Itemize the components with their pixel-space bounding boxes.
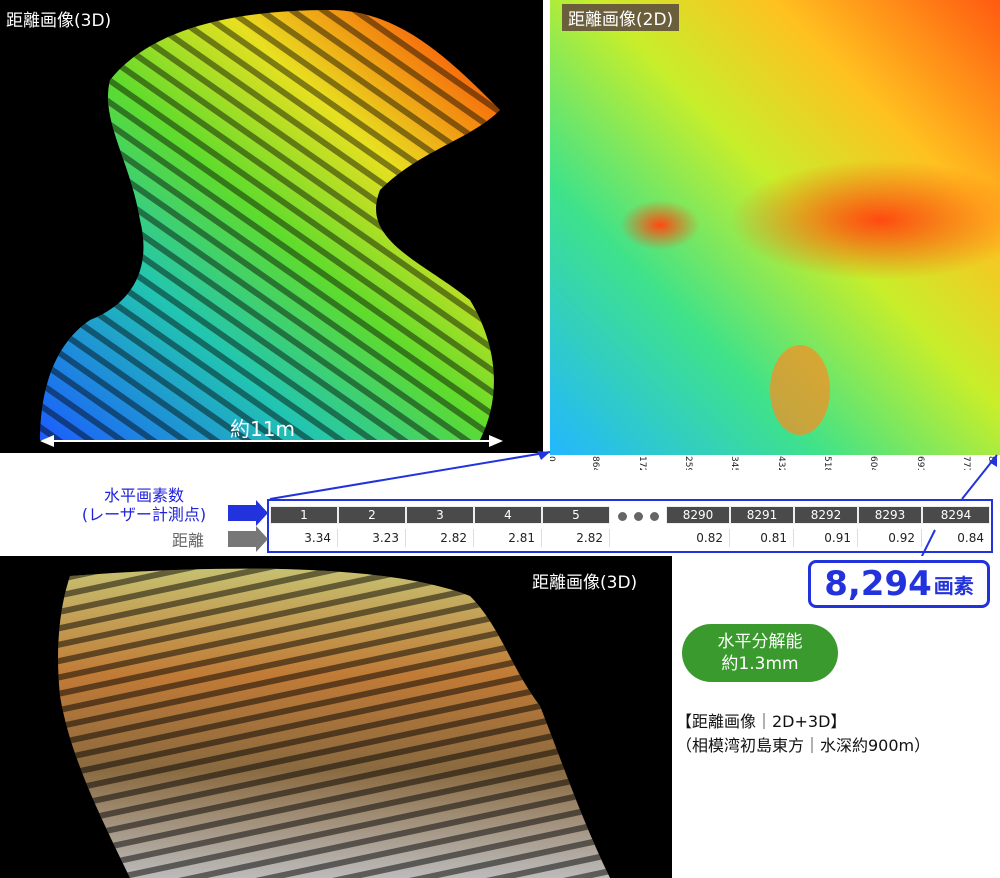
ellipsis-dot (618, 512, 627, 521)
pixel-count-label: 水平画素数 (レーザー計測点) (81, 486, 207, 524)
distance-cell: 3.34 (270, 529, 338, 547)
arrow-right-icon (228, 500, 268, 526)
ellipsis-dot (634, 512, 643, 521)
badge-line2: 約1.3mm (721, 654, 799, 674)
distance-cell: 2.82 (406, 529, 474, 547)
range-image-3d-bottom: 距離画像(3D) (0, 556, 672, 878)
pixel-index-cell: 8292 (794, 506, 858, 524)
distance-cell: 2.82 (542, 529, 610, 547)
badge-line1: 水平分解能 (717, 632, 803, 652)
panel-title: 距離画像(3D) (532, 573, 638, 593)
caption-line2: （相模湾初島東方｜水深約900m） (676, 736, 931, 755)
distance-cell: 0.92 (858, 529, 922, 547)
distance-cell: 2.81 (474, 529, 542, 547)
ellipsis-dot (650, 512, 659, 521)
pixel-index-cell: 2 (338, 506, 406, 524)
distance-cell: 0.91 (794, 529, 858, 547)
pixel-index-cell: 8290 (666, 506, 730, 524)
pixel-index-cell: 8291 (730, 506, 794, 524)
pixel-count-callout: 8,294 画素 (808, 560, 990, 608)
arrow-right-icon (228, 526, 268, 552)
distance-cell: 0.81 (730, 529, 794, 547)
callout-unit: 画素 (933, 573, 974, 598)
distance-label: 距離 (171, 531, 204, 550)
connector-lines (228, 451, 998, 556)
distance-cell: 3.23 (338, 529, 406, 547)
callout-number: 8,294 (824, 564, 932, 604)
caption-line1: 【距離画像｜2D+3D】 (676, 712, 847, 731)
pixel-index-cell: 3 (406, 506, 474, 524)
pixel-index-cell: 5 (542, 506, 610, 524)
pixel-index-cell: 4 (474, 506, 542, 524)
pixel-index-cell: 8294 (922, 506, 990, 524)
point-cloud-3d (58, 568, 611, 878)
distance-cell: 0.84 (957, 531, 984, 545)
distance-cell: 0.82 (666, 529, 730, 547)
resolution-badge: 水平分解能 約1.3mm (682, 624, 838, 682)
pixel-index-cell: 1 (270, 506, 338, 524)
pixel-index-cell: 8293 (858, 506, 922, 524)
